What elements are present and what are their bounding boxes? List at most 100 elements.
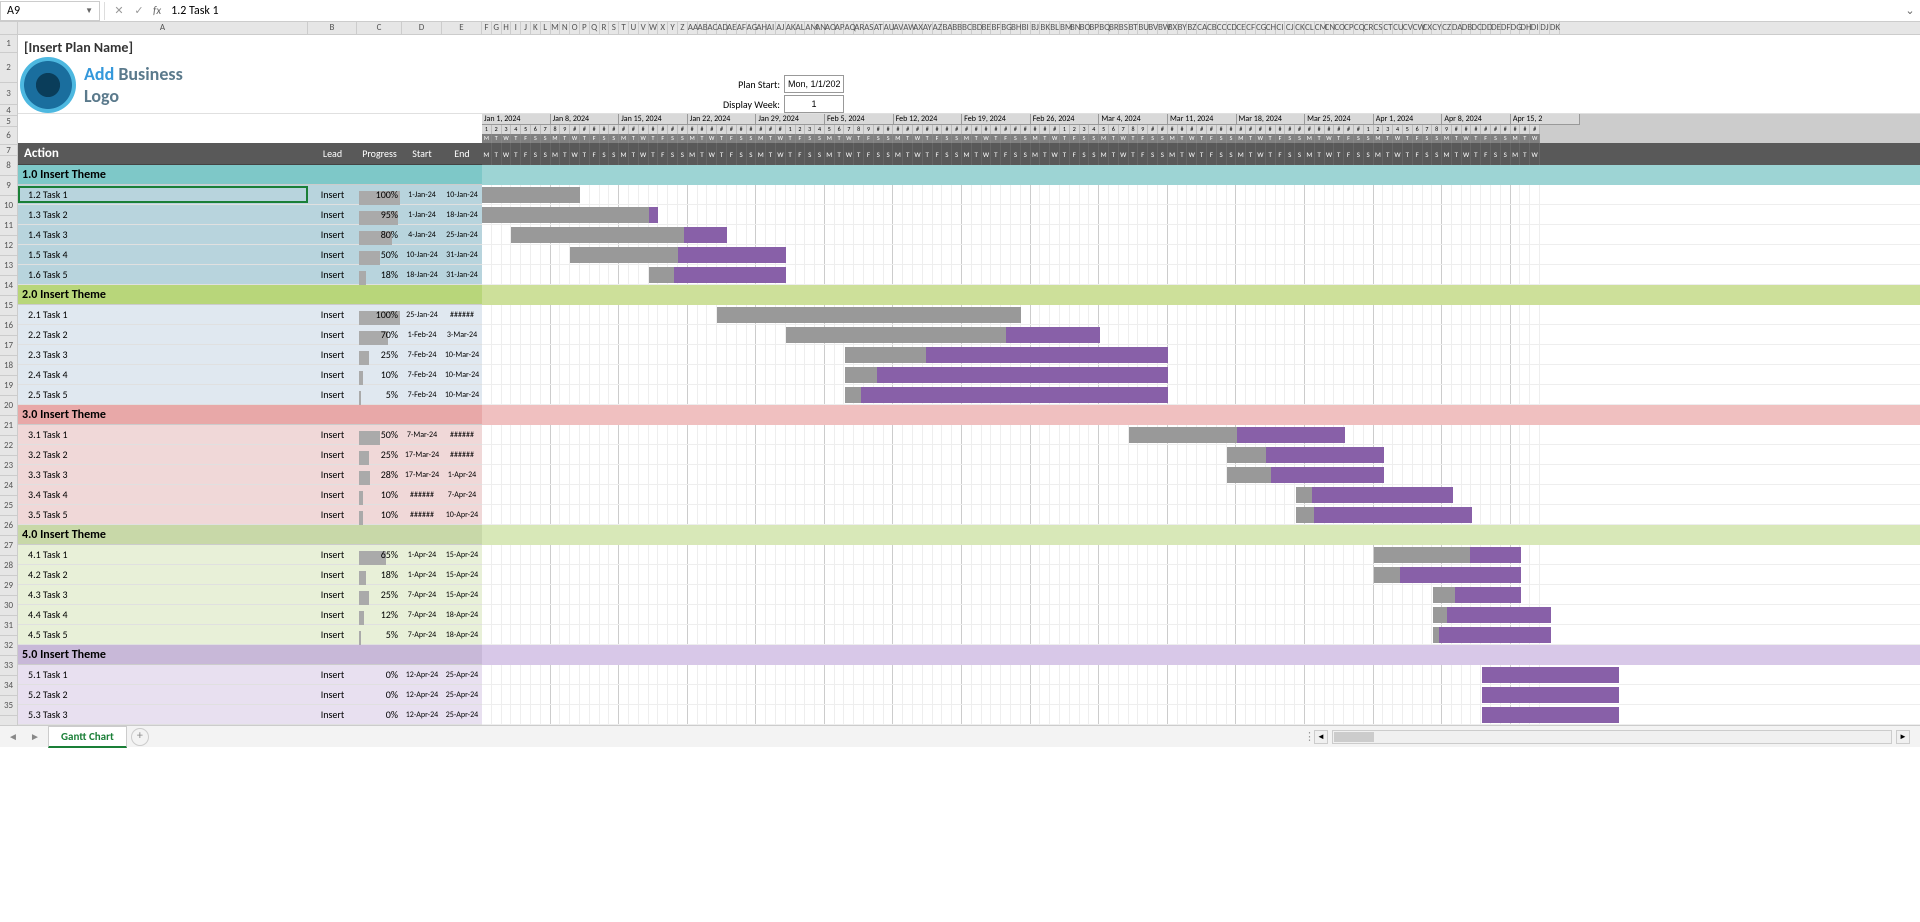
col-header[interactable]: S — [609, 22, 619, 34]
task-row[interactable]: 1.2 Task 1Insert100%1-Jan-2410-Jan-24 — [18, 185, 482, 205]
row-header[interactable]: 34 — [0, 676, 17, 696]
task-lead[interactable]: Insert — [308, 208, 357, 221]
gantt-bar[interactable] — [482, 187, 580, 203]
task-progress[interactable]: 70% — [357, 328, 402, 341]
col-header[interactable]: BC — [962, 22, 972, 34]
task-progress[interactable]: 10% — [357, 508, 402, 521]
task-progress[interactable]: 100% — [357, 188, 402, 201]
col-header[interactable]: CM — [1315, 22, 1325, 34]
task-progress[interactable]: 0% — [357, 688, 402, 701]
col-header[interactable]: B — [308, 22, 357, 34]
col-header[interactable]: AK — [786, 22, 796, 34]
col-header[interactable]: CB — [1207, 22, 1217, 34]
row-header[interactable]: 16 — [0, 316, 17, 336]
confirm-icon[interactable]: ✓ — [129, 4, 149, 17]
task-row[interactable]: 3.2 Task 2Insert25%17-Mar-24###### — [18, 445, 482, 465]
task-lead[interactable]: Insert — [308, 428, 357, 441]
col-header[interactable]: CI — [1276, 22, 1286, 34]
col-header[interactable]: V — [639, 22, 649, 34]
col-header[interactable]: Q — [590, 22, 600, 34]
theme-row[interactable]: 1.0 Insert Theme — [18, 165, 482, 185]
task-progress[interactable]: 65% — [357, 548, 402, 561]
col-header[interactable]: BJ — [1031, 22, 1041, 34]
task-row[interactable]: 4.5 Task 5Insert5%7-Apr-2418-Apr-24 — [18, 625, 482, 645]
col-header[interactable]: A — [18, 22, 308, 34]
col-header[interactable]: CG — [1256, 22, 1266, 34]
task-row[interactable]: 3.5 Task 5Insert10%######10-Apr-24 — [18, 505, 482, 525]
col-header[interactable]: BE — [982, 22, 992, 34]
col-header[interactable]: DH — [1520, 22, 1530, 34]
col-header[interactable]: AR — [854, 22, 864, 34]
col-header[interactable]: AI — [766, 22, 776, 34]
col-header[interactable]: AW — [903, 22, 913, 34]
col-header[interactable]: BH — [1011, 22, 1021, 34]
task-end[interactable]: ###### — [442, 310, 482, 320]
task-row[interactable]: 4.1 Task 1Insert65%1-Apr-2415-Apr-24 — [18, 545, 482, 565]
col-header[interactable]: CE — [1236, 22, 1246, 34]
col-header[interactable]: U — [629, 22, 639, 34]
task-name[interactable]: 3.1 Task 1 — [18, 428, 308, 441]
col-header[interactable]: AX — [913, 22, 923, 34]
task-lead[interactable]: Insert — [308, 488, 357, 501]
task-name[interactable]: 1.5 Task 4 — [18, 248, 308, 261]
task-start[interactable]: 18-Jan-24 — [402, 270, 442, 280]
task-start[interactable]: ###### — [402, 490, 442, 500]
task-lead[interactable]: Insert — [308, 588, 357, 601]
col-header[interactable]: CV — [1403, 22, 1413, 34]
row-header[interactable]: 10 — [0, 196, 17, 216]
col-header[interactable]: BT — [1129, 22, 1139, 34]
task-progress[interactable]: 50% — [357, 428, 402, 441]
task-progress[interactable]: 18% — [357, 268, 402, 281]
row-header[interactable]: 30 — [0, 596, 17, 616]
col-header[interactable]: CW — [1413, 22, 1423, 34]
col-header[interactable]: CA — [1197, 22, 1207, 34]
col-header[interactable]: BY — [1178, 22, 1188, 34]
col-header[interactable]: DC — [1471, 22, 1481, 34]
col-header[interactable]: AA — [688, 22, 698, 34]
task-start[interactable]: 7-Apr-24 — [402, 590, 442, 600]
col-header[interactable]: BS — [1119, 22, 1129, 34]
row-header[interactable]: 8 — [0, 156, 17, 176]
task-name[interactable]: 1.2 Task 1 — [18, 186, 308, 203]
col-header[interactable]: CU — [1393, 22, 1403, 34]
col-header[interactable]: AD — [717, 22, 727, 34]
col-header[interactable]: CD — [1227, 22, 1237, 34]
col-header[interactable]: AZ — [933, 22, 943, 34]
task-end[interactable]: 10-Mar-24 — [442, 390, 482, 400]
task-row[interactable]: 3.1 Task 1Insert50%7-Mar-24###### — [18, 425, 482, 445]
col-header[interactable]: AF — [737, 22, 747, 34]
gantt-bar[interactable] — [717, 307, 1021, 323]
col-header[interactable]: Z — [678, 22, 688, 34]
col-header[interactable]: CC — [1217, 22, 1227, 34]
task-name[interactable]: 1.3 Task 2 — [18, 208, 308, 221]
task-end[interactable]: 10-Jan-24 — [442, 190, 482, 200]
task-lead[interactable]: Insert — [308, 548, 357, 561]
task-row[interactable]: 5.1 Task 1Insert0%12-Apr-2425-Apr-24 — [18, 665, 482, 685]
row-header[interactable]: 31 — [0, 616, 17, 636]
task-name[interactable]: 5.1 Task 1 — [18, 668, 308, 681]
col-header[interactable]: CQ — [1354, 22, 1364, 34]
task-lead[interactable]: Insert — [308, 708, 357, 721]
task-row[interactable]: 1.3 Task 2Insert95%1-Jan-2418-Jan-24 — [18, 205, 482, 225]
task-progress[interactable]: 12% — [357, 608, 402, 621]
task-start[interactable]: 1-Feb-24 — [402, 330, 442, 340]
task-name[interactable]: 3.3 Task 3 — [18, 468, 308, 481]
task-start[interactable]: 1-Jan-24 — [402, 210, 442, 220]
task-end[interactable]: ###### — [442, 450, 482, 460]
col-header[interactable]: AE — [727, 22, 737, 34]
row-header[interactable]: 28 — [0, 556, 17, 576]
task-progress[interactable]: 80% — [357, 228, 402, 241]
task-name[interactable]: 5.2 Task 2 — [18, 688, 308, 701]
col-header[interactable]: AB — [698, 22, 708, 34]
col-header[interactable]: BM — [1060, 22, 1070, 34]
col-header[interactable]: L — [541, 22, 551, 34]
row-header[interactable]: 17 — [0, 336, 17, 356]
task-progress[interactable]: 5% — [357, 388, 402, 401]
row-header[interactable]: 25 — [0, 496, 17, 516]
task-progress[interactable]: 28% — [357, 468, 402, 481]
fx-icon[interactable]: fx — [153, 4, 161, 17]
col-header[interactable]: BB — [952, 22, 962, 34]
col-header[interactable]: CN — [1325, 22, 1335, 34]
task-end[interactable]: 18-Apr-24 — [442, 630, 482, 640]
row-header[interactable]: 12 — [0, 236, 17, 256]
